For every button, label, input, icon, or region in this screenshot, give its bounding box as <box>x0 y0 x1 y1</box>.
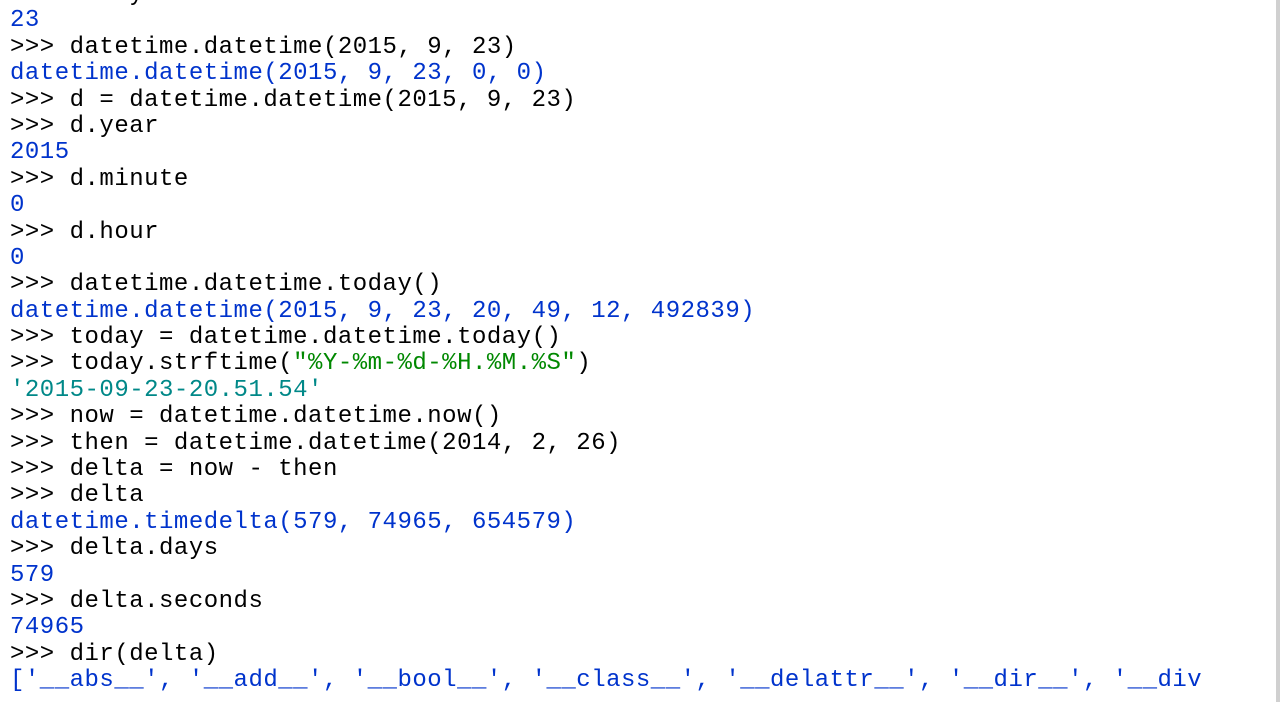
terminal-line: >>> datetime.datetime(2015, 9, 23) <box>10 35 1266 61</box>
input-text: delta = now - then <box>70 456 338 483</box>
prompt: >>> <box>10 271 70 298</box>
input-text: delta <box>70 482 145 509</box>
output-text: datetime.datetime(2015, 9, 23, 20, 49, 1… <box>10 298 755 325</box>
terminal-line: datetime.datetime(2015, 9, 23, 20, 49, 1… <box>10 299 1266 325</box>
input-text: now = datetime.datetime.now() <box>70 403 502 430</box>
prompt: >>> <box>10 403 70 430</box>
output-text: 0 <box>10 192 25 219</box>
terminal-line: >>> d.minute <box>10 167 1266 193</box>
prompt: >>> <box>10 324 70 351</box>
input-text: d.hour <box>70 219 159 246</box>
prompt: >>> <box>10 34 70 61</box>
output-text: datetime.timedelta(579, 74965, 654579) <box>10 509 576 536</box>
input-text: d.minute <box>70 166 189 193</box>
prompt: >>> <box>10 219 70 246</box>
prompt: >>> <box>10 113 70 140</box>
input-text: dir(delta) <box>70 641 219 668</box>
input-text: datetime.datetime(2015, 9, 23) <box>70 34 517 61</box>
input-text: delta.days <box>70 535 219 562</box>
terminal-line: datetime.timedelta(579, 74965, 654579) <box>10 510 1266 536</box>
input-text: d.day <box>70 0 145 8</box>
terminal-line: >>> d = datetime.datetime(2015, 9, 23) <box>10 88 1266 114</box>
prompt: >>> <box>10 350 70 377</box>
terminal-line: >>> delta.days <box>10 536 1266 562</box>
prompt: >>> <box>10 641 70 668</box>
terminal-line: >>> now = datetime.datetime.now() <box>10 404 1266 430</box>
terminal-output[interactable]: >>> d.day23>>> datetime.datetime(2015, 9… <box>0 0 1280 702</box>
terminal-line: >>> dir(delta) <box>10 642 1266 668</box>
terminal-line: >>> delta.seconds <box>10 589 1266 615</box>
prompt: >>> <box>10 430 70 457</box>
terminal-line: >>> d.hour <box>10 220 1266 246</box>
prompt: >>> <box>10 482 70 509</box>
terminal-line: >>> delta <box>10 483 1266 509</box>
terminal-line: >>> d.year <box>10 114 1266 140</box>
output-text: datetime.datetime(2015, 9, 23, 0, 0) <box>10 60 546 87</box>
output-text: 74965 <box>10 614 85 641</box>
terminal-line: >>> delta = now - then <box>10 457 1266 483</box>
prompt: >>> <box>10 166 70 193</box>
input-text: delta.seconds <box>70 588 264 615</box>
input-text: today = datetime.datetime.today() <box>70 324 562 351</box>
terminal-line: ['__abs__', '__add__', '__bool__', '__cl… <box>10 668 1266 694</box>
terminal-line: 74965 <box>10 615 1266 641</box>
input-text: d.year <box>70 113 159 140</box>
output-text: '2015-09-23-20.51.54' <box>10 377 323 404</box>
terminal-line: >>> today = datetime.datetime.today() <box>10 325 1266 351</box>
terminal-line: >>> today.strftime("%Y-%m-%d-%H.%M.%S") <box>10 351 1266 377</box>
output-text: 23 <box>10 7 40 34</box>
output-text: 2015 <box>10 139 70 166</box>
output-text: ['__abs__', '__add__', '__bool__', '__cl… <box>10 667 1202 694</box>
string-literal: "%Y-%m-%d-%H.%M.%S" <box>293 350 576 377</box>
input-text: then = datetime.datetime(2014, 2, 26) <box>70 430 621 457</box>
terminal-line: >>> then = datetime.datetime(2014, 2, 26… <box>10 431 1266 457</box>
prompt: >>> <box>10 456 70 483</box>
terminal-line: '2015-09-23-20.51.54' <box>10 378 1266 404</box>
input-text: ) <box>576 350 591 377</box>
terminal-line: 23 <box>10 8 1266 34</box>
terminal-line: 579 <box>10 563 1266 589</box>
terminal-line: >>> d.day <box>10 0 1266 8</box>
prompt: >>> <box>10 588 70 615</box>
input-text: today.strftime( <box>70 350 294 377</box>
terminal-line: 0 <box>10 193 1266 219</box>
terminal-line: datetime.datetime(2015, 9, 23, 0, 0) <box>10 61 1266 87</box>
output-text: 0 <box>10 245 25 272</box>
input-text: d = datetime.datetime(2015, 9, 23) <box>70 87 577 114</box>
terminal-line: 0 <box>10 246 1266 272</box>
input-text: datetime.datetime.today() <box>70 271 443 298</box>
terminal-line: >>> datetime.datetime.today() <box>10 272 1266 298</box>
terminal-line: 2015 <box>10 140 1266 166</box>
output-text: 579 <box>10 562 55 589</box>
prompt: >>> <box>10 535 70 562</box>
prompt: >>> <box>10 87 70 114</box>
